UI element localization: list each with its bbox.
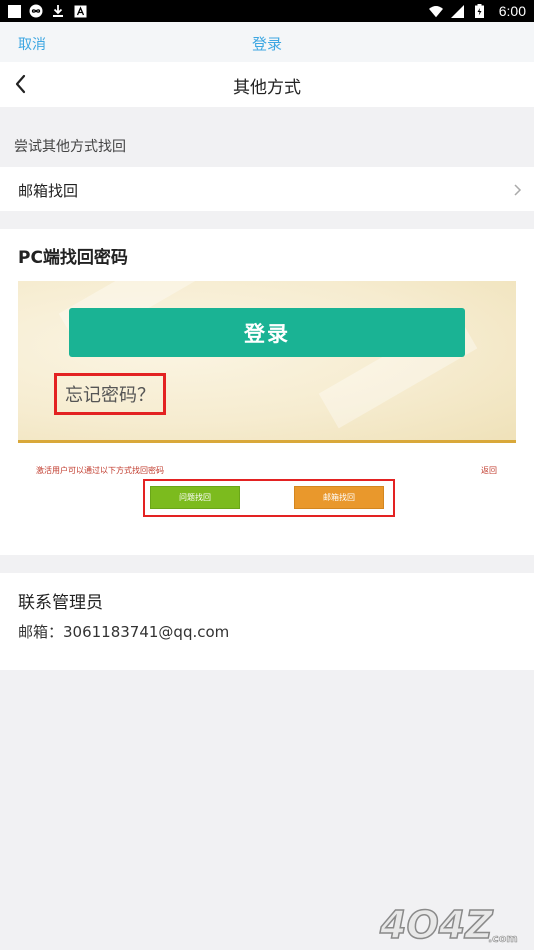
status-left-icons	[8, 4, 87, 18]
contact-admin-card: 联系管理员 邮箱：3061183741@qq.com	[0, 573, 534, 670]
watermark-logo: 4O4Z .com	[376, 902, 528, 948]
status-time: 6:00	[498, 3, 526, 19]
screenshot-return-link: 返回	[481, 466, 497, 475]
nav-bar: 其他方式	[0, 62, 534, 107]
email-recovery-row[interactable]: 邮箱找回	[0, 167, 534, 211]
screenshot-forgot-password: 忘记密码？	[54, 373, 166, 415]
screenshot-email-button: 邮箱找回	[294, 486, 384, 509]
page-title: 其他方式	[233, 78, 301, 98]
font-notification-icon	[73, 4, 87, 18]
chevron-right-icon	[512, 182, 522, 196]
notification-square-icon	[8, 4, 21, 18]
status-bar: 6:00	[0, 0, 534, 22]
contact-admin-email: 邮箱：3061183741@qq.com	[18, 623, 230, 641]
battery-icon	[473, 4, 487, 18]
pc-recovery-card: PC端找回密码 登录 忘记密码？ 激活用户可以通过以下方式找回密码 返回 问题找…	[0, 229, 534, 555]
forgot-password-text: 忘记密码？	[65, 385, 155, 406]
pc-login-screenshot: 登录 忘记密码？	[18, 281, 516, 443]
top-bar-title: 登录	[251, 35, 282, 53]
watermark-text: 4O4Z	[379, 903, 494, 946]
screenshot-login-button: 登录	[69, 308, 465, 357]
contact-admin-title: 联系管理员	[18, 593, 103, 613]
screenshot-question-button: 问题找回	[150, 486, 240, 509]
section-hint: 尝试其他方式找回	[14, 139, 126, 155]
pc-recovery-title: PC端找回密码	[18, 248, 128, 268]
screenshot-hint-text: 激活用户可以通过以下方式找回密码	[36, 466, 164, 475]
download-icon	[51, 4, 65, 18]
wifi-icon	[428, 4, 443, 18]
screenshot-recovery-buttons: 问题找回 邮箱找回	[143, 479, 395, 517]
status-right-icons: 6:00	[428, 3, 526, 19]
email-recovery-label: 邮箱找回	[18, 182, 79, 200]
top-bar: 取消 登录	[0, 22, 534, 62]
app-notification-icon	[29, 4, 43, 18]
watermark-suffix: .com	[488, 932, 518, 945]
signal-icon	[451, 4, 465, 18]
screenshot-divider	[18, 440, 516, 443]
